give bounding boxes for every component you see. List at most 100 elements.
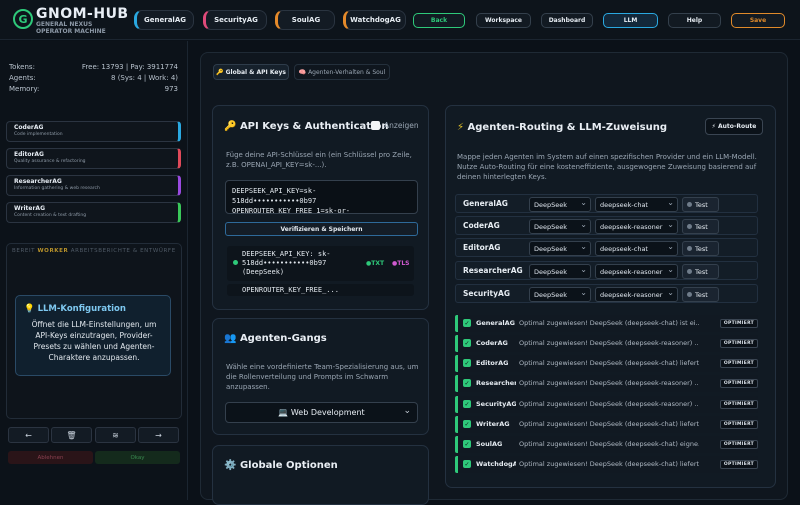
route-row-coderag: CoderAG DeepSeek deepseek-reasoner Test <box>455 216 758 235</box>
status-badge: OPTIMIERT <box>720 440 758 449</box>
agent-card-researcherag[interactable]: ResearcherAG Information gathering & web… <box>6 175 181 196</box>
provider-select[interactable]: DeepSeek <box>529 264 591 279</box>
check-icon: ✓ <box>463 440 471 448</box>
gang-select[interactable]: 💻 Web Development ⌄ <box>225 402 418 423</box>
tab-bereit[interactable]: BEREIT <box>12 248 35 254</box>
check-icon: ✓ <box>463 400 471 408</box>
arrow-right-icon[interactable]: → <box>138 427 179 443</box>
check-icon: ✓ <box>463 460 471 468</box>
brand-title: GNOM-HUB <box>36 6 129 22</box>
api-key-item-deepseek: DEEPSEEK_API_KEY: sk- 518dd•••••••••••0b… <box>227 246 414 281</box>
agents-stat: Agents: 8 (Sys: 4 | Work: 4) <box>9 74 178 82</box>
status-badge: OPTIMIERT <box>720 460 758 469</box>
dashboard-button[interactable]: Dashboard <box>541 13 593 28</box>
check-icon: ✓ <box>463 379 471 387</box>
agent-card-writerag[interactable]: WriterAG Content creation & text draftin… <box>6 202 181 223</box>
model-select[interactable]: deepseek-reasoner <box>595 219 678 234</box>
agent-card-coderag[interactable]: CoderAG Code implementation <box>6 121 181 142</box>
route-row-securityag: SecurityAG DeepSeek deepseek-reasoner Te… <box>455 284 758 303</box>
tab-arbeitsberichte[interactable]: ARBEITSBERICHTE & ENTWÜRFE <box>71 248 176 254</box>
tab-global-api-keys[interactable]: 🔑 Global & API Keys <box>213 64 289 80</box>
provider-select[interactable]: DeepSeek <box>529 197 591 212</box>
status-badge: OPTIMIERT <box>720 400 758 409</box>
status-badge: OPTIMIERT <box>720 379 758 388</box>
tab-agenten-verhalten[interactable]: 🧠 Agenten-Verhalten & Soul <box>294 64 390 80</box>
status-dot-icon <box>687 246 692 251</box>
tokens-stat: Tokens: Free: 13793 | Pay: 3911774 <box>9 63 178 71</box>
provider-select[interactable]: DeepSeek <box>529 219 591 234</box>
txt-badge: ●TXT <box>366 260 385 267</box>
tab-worker[interactable]: WORKER <box>38 248 69 254</box>
llm-config-info-box: 💡 LLM-Konfiguration Öffnet die LLM-Einst… <box>15 295 171 376</box>
model-select[interactable]: deepseek-reasoner <box>595 264 678 279</box>
test-button[interactable]: Test <box>682 287 719 302</box>
status-dot-icon <box>687 202 692 207</box>
memory-stat: Memory: 973 <box>9 85 178 93</box>
model-select[interactable]: deepseek-chat <box>595 241 678 256</box>
api-keys-textarea[interactable]: DEEPSEEK_API_KEY=sk- 518dd•••••••••••0b9… <box>225 180 418 214</box>
log-row-soulag: ✓ SoulAG Optimal zugewiesen! DeepSeek (d… <box>455 436 758 453</box>
check-icon: ✓ <box>463 339 471 347</box>
test-button[interactable]: Test <box>682 264 719 279</box>
status-dot-icon <box>687 269 692 274</box>
log-row-securityag: ✓ SecurityAG Optimal zugewiesen! DeepSee… <box>455 396 758 413</box>
status-badge: OPTIMIERT <box>720 420 758 429</box>
show-keys-checkbox[interactable] <box>371 121 380 130</box>
status-badge: OPTIMIERT <box>720 339 758 348</box>
gear-icon: ⚙️ <box>224 460 237 471</box>
route-row-editorag: EditorAG DeepSeek deepseek-chat Test <box>455 238 758 257</box>
back-button[interactable]: Back <box>413 13 465 28</box>
auto-route-button[interactable]: ⚡ Auto-Route <box>705 118 763 135</box>
globale-optionen-card <box>212 445 429 505</box>
reject-button[interactable]: Ablehnen <box>8 451 93 464</box>
status-dot-icon <box>233 260 238 265</box>
key-icon: 🔑 <box>224 121 237 132</box>
routing-description: Mappe jeden Agenten im System auf einen … <box>457 153 757 181</box>
agent-tab-securityag[interactable]: SecurityAG <box>203 10 267 30</box>
save-button[interactable]: Save <box>731 13 785 28</box>
log-row-writerag: ✓ WriterAG Optimal zugewiesen! DeepSeek … <box>455 416 758 433</box>
workspace-button[interactable]: Workspace <box>476 13 531 28</box>
brand-subtitle: GENERAL NEXUS OPERATOR MACHINE <box>36 21 106 35</box>
route-row-generalag: GeneralAG DeepSeek deepseek-chat Test <box>455 194 758 213</box>
route-row-researcherag: ResearcherAG DeepSeek deepseek-reasoner … <box>455 261 758 280</box>
agent-card-editorag[interactable]: EditorAG Quality assurance & refactoring <box>6 148 181 169</box>
test-button[interactable]: Test <box>682 241 719 256</box>
llm-button[interactable]: LLM <box>603 13 658 28</box>
arrow-left-icon[interactable]: ← <box>8 427 49 443</box>
okay-button[interactable]: Okay <box>95 451 180 464</box>
test-button[interactable]: Test <box>682 197 719 212</box>
help-button[interactable]: Help <box>668 13 721 28</box>
log-row-researcherag: ✓ ResearcherAG Optimal zugewiesen! DeepS… <box>455 375 758 392</box>
model-select[interactable]: deepseek-chat <box>595 197 678 212</box>
tls-badge: ●TLS <box>392 260 410 267</box>
log-row-generalag: ✓ GeneralAG Optimal zugewiesen! DeepSeek… <box>455 315 758 332</box>
agenten-gangs-title: 👥 Agenten-Gangs <box>224 333 327 344</box>
verify-save-button[interactable]: Verifizieren & Speichern <box>225 222 418 236</box>
people-icon: 👥 <box>224 333 237 344</box>
show-keys-label: Anzeigen <box>384 121 419 130</box>
test-button[interactable]: Test <box>682 219 719 234</box>
agent-tab-soulag[interactable]: SoulAG <box>275 10 335 30</box>
check-icon: ✓ <box>463 359 471 367</box>
status-badge: OPTIMIERT <box>720 359 758 368</box>
routing-title: ⚡ Agenten-Routing & LLM-Zuweisung <box>457 122 668 133</box>
check-icon: ✓ <box>463 319 471 327</box>
provider-select[interactable]: DeepSeek <box>529 287 591 302</box>
status-badge: OPTIMIERT <box>720 319 758 328</box>
top-bar: G GNOM-HUB GENERAL NEXUS OPERATOR MACHIN… <box>0 0 800 40</box>
api-key-item-openrouter: OPENROUTER_KEY_FREE_... <box>227 284 414 296</box>
api-keys-description: Füge deine API-Schlüssel ein (ein Schlüs… <box>226 151 412 169</box>
provider-select[interactable]: DeepSeek <box>529 241 591 256</box>
worker-tabs: BEREIT WORKER ARBEITSBERICHTE & ENTWÜRFE <box>12 248 176 254</box>
lightning-icon: ⚡ <box>457 122 465 133</box>
check-icon: ✓ <box>463 420 471 428</box>
layers-icon[interactable]: ≋ <box>95 427 136 443</box>
info-title: 💡 LLM-Konfiguration <box>24 304 126 314</box>
info-text: Öffnet die LLM-Einstellungen, um API-Key… <box>31 320 157 362</box>
status-dot-icon <box>687 224 692 229</box>
trash-icon[interactable]: 🗑 <box>51 427 92 443</box>
agent-tab-generalag[interactable]: GeneralAG <box>134 10 194 30</box>
agent-tab-watchdogag[interactable]: WatchdogAG <box>343 10 406 30</box>
model-select[interactable]: deepseek-reasoner <box>595 287 678 302</box>
